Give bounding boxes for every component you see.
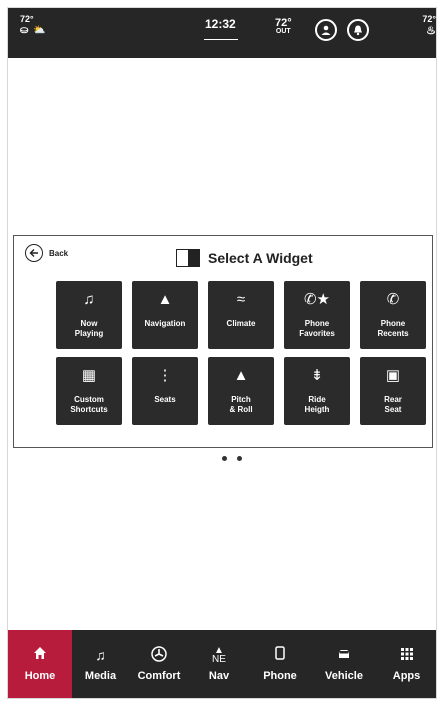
bottom-nav-bar: Home ♫ Media Comfort ▲NE Nav Phone Vehi: [8, 630, 436, 698]
comfort-fan-icon: [151, 646, 167, 664]
head-unit-screen: 72° ⛀ ⛅ 12:32 72° OUT 72° ♨ Back Select …: [7, 7, 437, 699]
phone-icon: [275, 646, 285, 664]
widget-label: Custom: [74, 395, 104, 404]
nav-home[interactable]: Home: [8, 630, 72, 698]
passenger-seat-icon: ♨: [426, 25, 436, 37]
ride-height-icon: ⇟: [310, 367, 324, 384]
car-icon: [337, 646, 351, 664]
nav-phone[interactable]: Phone: [249, 630, 311, 698]
seat-heat-icon: ⛀ ⛅: [20, 25, 47, 36]
back-button[interactable]: Back: [25, 244, 68, 262]
nav-vehicle[interactable]: Vehicle: [311, 630, 377, 698]
clock: 12:32: [205, 17, 236, 31]
widget-custom-shortcuts[interactable]: ▦ Custom Shortcuts: [56, 357, 122, 425]
clock-underline: [204, 39, 238, 40]
page-dot[interactable]: [222, 456, 227, 461]
compass-icon: ▲ NE: [212, 645, 226, 665]
phone-favorites-icon: ✆★: [303, 291, 330, 308]
panel-header: Select A Widget: [176, 249, 313, 267]
widget-label: Seats: [154, 395, 176, 404]
music-note-icon: ♫: [95, 647, 106, 663]
widget-label: Rear: [384, 395, 402, 404]
widget-label: & Roll: [229, 405, 253, 414]
nav-label: Apps: [392, 670, 421, 682]
nav-label: Nav: [208, 670, 230, 682]
notification-bell-icon[interactable]: [347, 19, 369, 41]
widget-ride-height[interactable]: ⇟ Ride Heigth: [284, 357, 350, 425]
widget-label: Heigth: [304, 405, 330, 414]
nav-label: Media: [84, 670, 117, 682]
widget-label: Phone: [380, 319, 406, 328]
nav-label: Comfort: [137, 670, 181, 682]
widget-label: Favorites: [299, 329, 335, 338]
widget-label: Now: [80, 319, 98, 328]
widget-toggle-icon: [176, 249, 200, 267]
profile-icon[interactable]: [315, 19, 337, 41]
music-note-icon: ♫: [83, 291, 95, 308]
widget-navigation[interactable]: ▲ Navigation: [132, 281, 198, 349]
page-dot[interactable]: [237, 456, 242, 461]
widget-label: Recents: [377, 329, 409, 338]
widget-selection-panel: Back Select A Widget ♫ Now Playing ▲ Navi…: [13, 235, 433, 448]
nav-label: Home: [24, 670, 56, 682]
mountain-icon: ▲: [233, 367, 249, 384]
apps-grid-icon: [400, 646, 413, 664]
rear-seat-icon: ▣: [385, 367, 401, 384]
page-indicator[interactable]: [222, 456, 242, 461]
passenger-climate-status[interactable]: 72° ♨: [422, 14, 436, 37]
nav-media[interactable]: ♫ Media: [72, 630, 129, 698]
phone-recents-icon: ✆: [386, 291, 400, 308]
nav-label: Phone: [263, 670, 297, 682]
nav-comfort[interactable]: Comfort: [129, 630, 189, 698]
widget-label: Phone: [304, 319, 330, 328]
compass-heading: NE: [212, 654, 226, 665]
passenger-temp: 72°: [422, 14, 436, 24]
widget-label: Navigation: [144, 319, 186, 328]
widget-label: Climate: [226, 319, 256, 328]
widget-grid: ♫ Now Playing ▲ Navigation ≈ Climate ✆★ P…: [56, 281, 426, 425]
nav-label: Vehicle: [325, 670, 363, 682]
nav-apps[interactable]: Apps: [377, 630, 436, 698]
widget-climate[interactable]: ≈ Climate: [208, 281, 274, 349]
widget-seats[interactable]: ⋮ Seats: [132, 357, 198, 425]
grid-shortcuts-icon: ▦: [81, 367, 97, 384]
status-bar: 72° ⛀ ⛅ 12:32 72° OUT 72° ♨: [8, 8, 436, 58]
panel-title: Select A Widget: [208, 250, 313, 266]
widget-pitch-roll[interactable]: ▲ Pitch & Roll: [208, 357, 274, 425]
widget-rear-seat[interactable]: ▣ Rear Seat: [360, 357, 426, 425]
home-icon: [33, 646, 47, 664]
driver-climate-status[interactable]: 72° ⛀ ⛅: [20, 14, 47, 36]
widget-label: Seat: [384, 405, 402, 414]
nav-nav[interactable]: ▲ NE Nav: [189, 630, 249, 698]
back-label: Back: [49, 248, 69, 258]
widget-label: Shortcuts: [70, 405, 108, 414]
driver-temp: 72°: [20, 14, 34, 24]
navigation-arrow-icon: ▲: [157, 291, 173, 308]
heated-seat-icon: ⋮: [157, 367, 173, 384]
widget-phone-recents[interactable]: ✆ Phone Recents: [360, 281, 426, 349]
outside-temp-label: OUT: [275, 28, 291, 35]
widget-now-playing[interactable]: ♫ Now Playing: [56, 281, 122, 349]
widget-label: Ride: [308, 395, 326, 404]
back-arrow-icon: [25, 244, 43, 262]
widget-label: Pitch: [231, 395, 251, 404]
widget-label: Playing: [74, 329, 104, 338]
climate-fan-icon: ≈: [236, 291, 246, 308]
widget-phone-favorites[interactable]: ✆★ Phone Favorites: [284, 281, 350, 349]
outside-temp: 72° OUT: [275, 18, 292, 36]
